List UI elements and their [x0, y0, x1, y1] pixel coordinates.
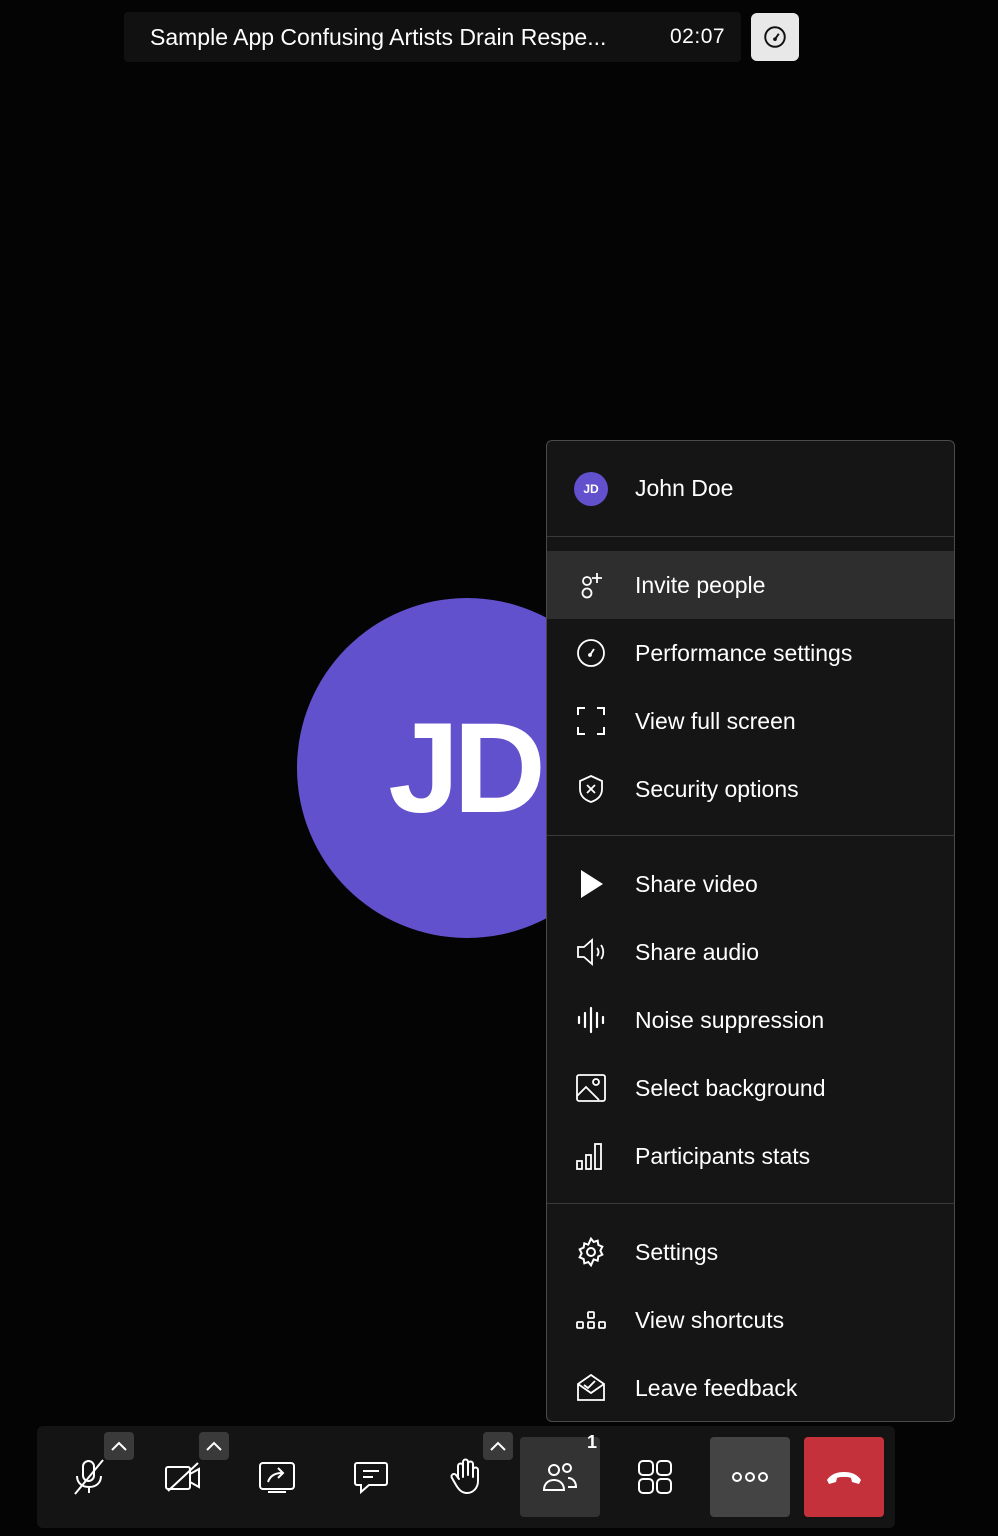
menu-item-settings[interactable]: Settings [547, 1218, 954, 1286]
participant-initials: JD [388, 696, 546, 840]
menu-item-noise-suppression[interactable]: Noise suppression [547, 986, 954, 1054]
shield-icon [574, 772, 608, 806]
menu-item-performance-settings[interactable]: Performance settings [547, 619, 954, 687]
menu-item-security-options[interactable]: Security options [547, 755, 954, 823]
participants-icon [542, 1463, 578, 1491]
hangup-button[interactable] [804, 1437, 884, 1517]
participants-count-badge: 1 [587, 1432, 598, 1452]
chat-button[interactable] [331, 1437, 411, 1517]
meeting-toolbar: 1 [37, 1426, 895, 1528]
meeting-header: Sample App Confusing Artists Drain Respe… [124, 12, 800, 62]
meeting-timer: 02:07 [670, 25, 726, 48]
speaker-icon [574, 935, 608, 969]
microphone-off-icon [74, 1459, 104, 1495]
hand-icon [450, 1458, 479, 1495]
bar-chart-icon [574, 1139, 608, 1173]
envelope-feedback-icon [574, 1371, 608, 1405]
screen-share-icon [259, 1462, 295, 1493]
tile-view-button[interactable] [615, 1437, 695, 1517]
menu-item-participants-stats[interactable]: Participants stats [547, 1122, 954, 1190]
camera-off-icon [165, 1462, 200, 1492]
reactions-toggle[interactable] [483, 1432, 513, 1460]
more-dots-icon [732, 1472, 768, 1482]
menu-item-share-video[interactable]: Share video [547, 850, 954, 918]
chat-icon [354, 1462, 388, 1494]
keyboard-shortcuts-icon [574, 1303, 608, 1337]
user-avatar: JD [574, 471, 608, 506]
meeting-title-bar: Sample App Confusing Artists Drain Respe… [124, 12, 742, 62]
play-icon [574, 867, 608, 901]
speedometer-icon [764, 26, 786, 48]
menu-user-row: JD John Doe [547, 441, 954, 537]
menu-item-invite-people[interactable]: Invite people [547, 551, 954, 619]
waveform-icon [574, 1003, 608, 1037]
chevron-up-icon [490, 1441, 506, 1451]
menu-group-app: Settings View shortcuts Leave feedback [547, 1203, 954, 1421]
performance-button[interactable] [751, 13, 800, 61]
menu-group-media: Share video Share audio Noise suppressio… [547, 835, 954, 1203]
user-name: John Doe [635, 475, 734, 501]
more-options-menu: JD John Doe Invite people Performance se… [546, 440, 955, 1422]
grid-view-icon [638, 1460, 672, 1494]
audio-options-toggle[interactable] [104, 1432, 134, 1460]
fullscreen-icon [574, 704, 608, 738]
chevron-up-icon [111, 1441, 127, 1451]
speedometer-icon [574, 636, 608, 670]
menu-item-leave-feedback[interactable]: Leave feedback [547, 1354, 954, 1421]
phone-hangup-icon [827, 1472, 861, 1484]
video-options-toggle[interactable] [199, 1432, 229, 1460]
image-icon [574, 1071, 608, 1105]
menu-item-view-shortcuts[interactable]: View shortcuts [547, 1286, 954, 1354]
invite-person-icon [574, 568, 608, 602]
menu-group-meeting: Invite people Performance settings View … [547, 537, 954, 835]
chevron-up-icon [206, 1441, 222, 1451]
share-screen-button[interactable] [237, 1437, 317, 1517]
more-options-button[interactable] [710, 1437, 790, 1517]
menu-item-select-background[interactable]: Select background [547, 1054, 954, 1122]
menu-item-view-full-screen[interactable]: View full screen [547, 687, 954, 755]
gear-icon [574, 1235, 608, 1269]
meeting-title: Sample App Confusing Artists Drain Respe… [150, 23, 607, 50]
menu-item-share-audio[interactable]: Share audio [547, 918, 954, 986]
